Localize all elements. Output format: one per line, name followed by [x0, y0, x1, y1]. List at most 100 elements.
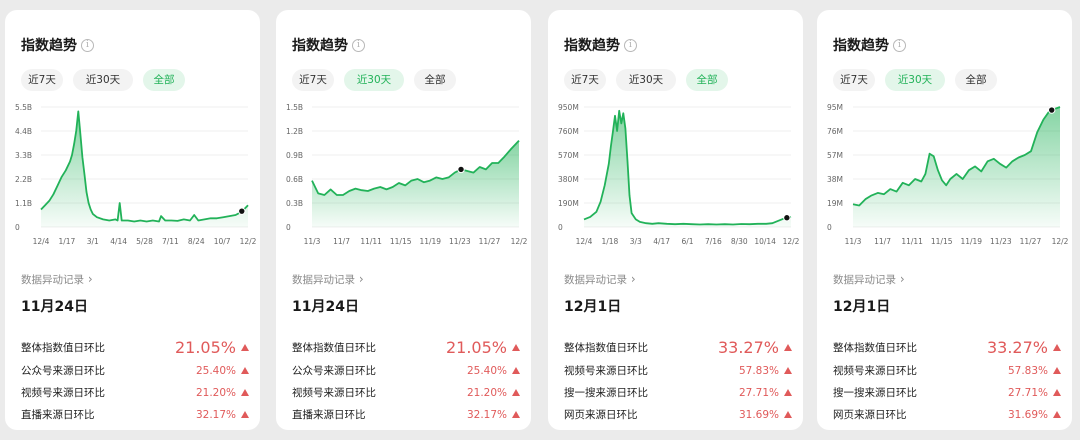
triangle-up-icon	[1053, 411, 1061, 418]
metric-value: 57.83%	[1007, 365, 1048, 377]
info-icon[interactable]: i	[893, 39, 906, 52]
range-tab[interactable]: 近30天	[344, 69, 404, 91]
x-tick-label: 11/23	[449, 237, 471, 246]
trend-chart: 0 190M 380M 570M 760M 950M 12/4 1/18 3/3 4/17 6/1 7…	[558, 103, 800, 246]
trend-chart: 0 19M 38M 57M 76M 95M 11/3 11/7 11/11 11/15 11/19 1…	[827, 103, 1069, 246]
metric-value: 33.27%	[986, 338, 1048, 357]
metric-label: 整体指数值日环比	[564, 342, 648, 354]
y-tick-label: 0	[827, 223, 832, 232]
range-tab[interactable]: 近7天	[564, 69, 606, 91]
y-tick-label: 0.9B	[286, 151, 303, 160]
range-tab[interactable]: 全部	[955, 69, 997, 91]
y-tick-label: 3.3B	[15, 151, 32, 160]
link-label: 数据异动记录	[21, 274, 84, 286]
y-tick-label: 760M	[558, 127, 579, 136]
y-tick-label: 57M	[827, 151, 843, 160]
anomaly-record-link[interactable]: 数据异动记录 ›	[833, 273, 905, 286]
metric-label: 视频号来源日环比	[564, 365, 648, 377]
x-tick-label: 4/14	[110, 237, 127, 246]
metric-label: 公众号来源日环比	[292, 365, 376, 377]
index-trend-card: 指数趋势 i 近7天 近30天 全部 0 1.1B 2.2B 3.3B 4.4B 5.5B 12/4 1…	[5, 10, 260, 430]
triangle-up-icon	[784, 367, 792, 374]
x-tick-label: 11/19	[960, 237, 982, 246]
series-area	[584, 110, 791, 227]
x-tick-label: 12/2	[1052, 237, 1069, 246]
y-tick-label: 1.5B	[286, 103, 303, 112]
y-tick-label: 38M	[827, 175, 843, 184]
x-tick-label: 11/15	[931, 237, 953, 246]
x-tick-label: 12/2	[783, 237, 800, 246]
y-tick-label: 190M	[558, 199, 579, 208]
x-tick-label: 11/27	[1020, 237, 1042, 246]
series-area	[41, 111, 248, 227]
x-tick-label: 11/3	[304, 237, 321, 246]
metric-value: 25.40%	[195, 365, 236, 377]
range-tab[interactable]: 近7天	[21, 69, 63, 91]
metric-label: 视频号来源日环比	[21, 387, 105, 399]
range-tab[interactable]: 全部	[143, 69, 185, 91]
card-title: 指数趋势	[21, 38, 77, 54]
x-tick-label: 5/28	[136, 237, 153, 246]
selected-date: 11月24日	[21, 299, 88, 315]
link-label: 数据异动记录	[833, 274, 896, 286]
metric-value: 21.20%	[195, 387, 236, 399]
x-tick-label: 8/24	[188, 237, 205, 246]
range-tab[interactable]: 近30天	[885, 69, 945, 91]
range-tab[interactable]: 近7天	[833, 69, 875, 91]
range-tab[interactable]: 近30天	[73, 69, 133, 91]
x-tick-label: 11/23	[990, 237, 1012, 246]
triangle-up-icon	[784, 344, 792, 351]
triangle-up-icon	[1053, 367, 1061, 374]
x-tick-label: 3/1	[87, 237, 99, 246]
metric-value: 57.83%	[738, 365, 779, 377]
x-tick-label: 3/3	[630, 237, 642, 246]
chevron-right-icon: ›	[896, 272, 905, 286]
y-tick-label: 95M	[827, 103, 843, 112]
x-tick-label: 11/3	[845, 237, 862, 246]
y-tick-label: 19M	[827, 199, 843, 208]
x-tick-label: 12/4	[576, 237, 593, 246]
y-tick-label: 1.2B	[286, 127, 303, 136]
metric-value: 21.20%	[466, 387, 507, 399]
x-tick-label: 7/11	[162, 237, 179, 246]
triangle-up-icon	[1053, 389, 1061, 396]
y-tick-label: 76M	[827, 127, 843, 136]
info-icon[interactable]: i	[624, 39, 637, 52]
triangle-up-icon	[241, 367, 249, 374]
x-tick-label: 11/19	[419, 237, 441, 246]
range-tab[interactable]: 全部	[686, 69, 728, 91]
metric-label: 视频号来源日环比	[292, 387, 376, 399]
metric-label: 网页来源日环比	[833, 409, 907, 421]
selected-point-marker	[783, 214, 791, 222]
x-tick-label: 6/1	[681, 237, 693, 246]
x-tick-label: 11/11	[360, 237, 382, 246]
metric-label: 搜一搜来源日环比	[833, 387, 917, 399]
selected-point-marker	[1048, 106, 1056, 114]
metric-label: 整体指数值日环比	[292, 342, 376, 354]
x-tick-label: 11/7	[333, 237, 350, 246]
range-tab[interactable]: 全部	[414, 69, 456, 91]
card-title: 指数趋势	[833, 38, 889, 54]
range-tab[interactable]: 近30天	[616, 69, 676, 91]
metric-label: 网页来源日环比	[564, 409, 638, 421]
anomaly-record-link[interactable]: 数据异动记录 ›	[292, 273, 364, 286]
index-trend-card: 指数趋势 i 近7天 近30天 全部 0 190M 380M 570M 760M 950M 12/4 1…	[548, 10, 803, 430]
x-tick-label: 7/16	[705, 237, 722, 246]
x-tick-label: 1/17	[58, 237, 75, 246]
info-icon[interactable]: i	[352, 39, 365, 52]
metric-value: 32.17%	[195, 409, 236, 421]
metric-value: 27.71%	[1007, 387, 1048, 399]
y-tick-label: 4.4B	[15, 127, 32, 136]
index-trend-card: 指数趋势 i 近7天 近30天 全部 0 0.3B 0.6B 0.9B 1.2B 1.5B 11/3 1…	[276, 10, 531, 430]
anomaly-record-link[interactable]: 数据异动记录 ›	[564, 273, 636, 286]
metric-label: 视频号来源日环比	[833, 365, 917, 377]
metric-label: 整体指数值日环比	[21, 342, 105, 354]
x-tick-label: 10/14	[754, 237, 776, 246]
anomaly-record-link[interactable]: 数据异动记录 ›	[21, 273, 93, 286]
metric-value: 33.27%	[717, 338, 779, 357]
series-area	[312, 140, 519, 227]
info-icon[interactable]: i	[81, 39, 94, 52]
range-tab[interactable]: 近7天	[292, 69, 334, 91]
y-tick-label: 950M	[558, 103, 579, 112]
triangle-up-icon	[784, 389, 792, 396]
